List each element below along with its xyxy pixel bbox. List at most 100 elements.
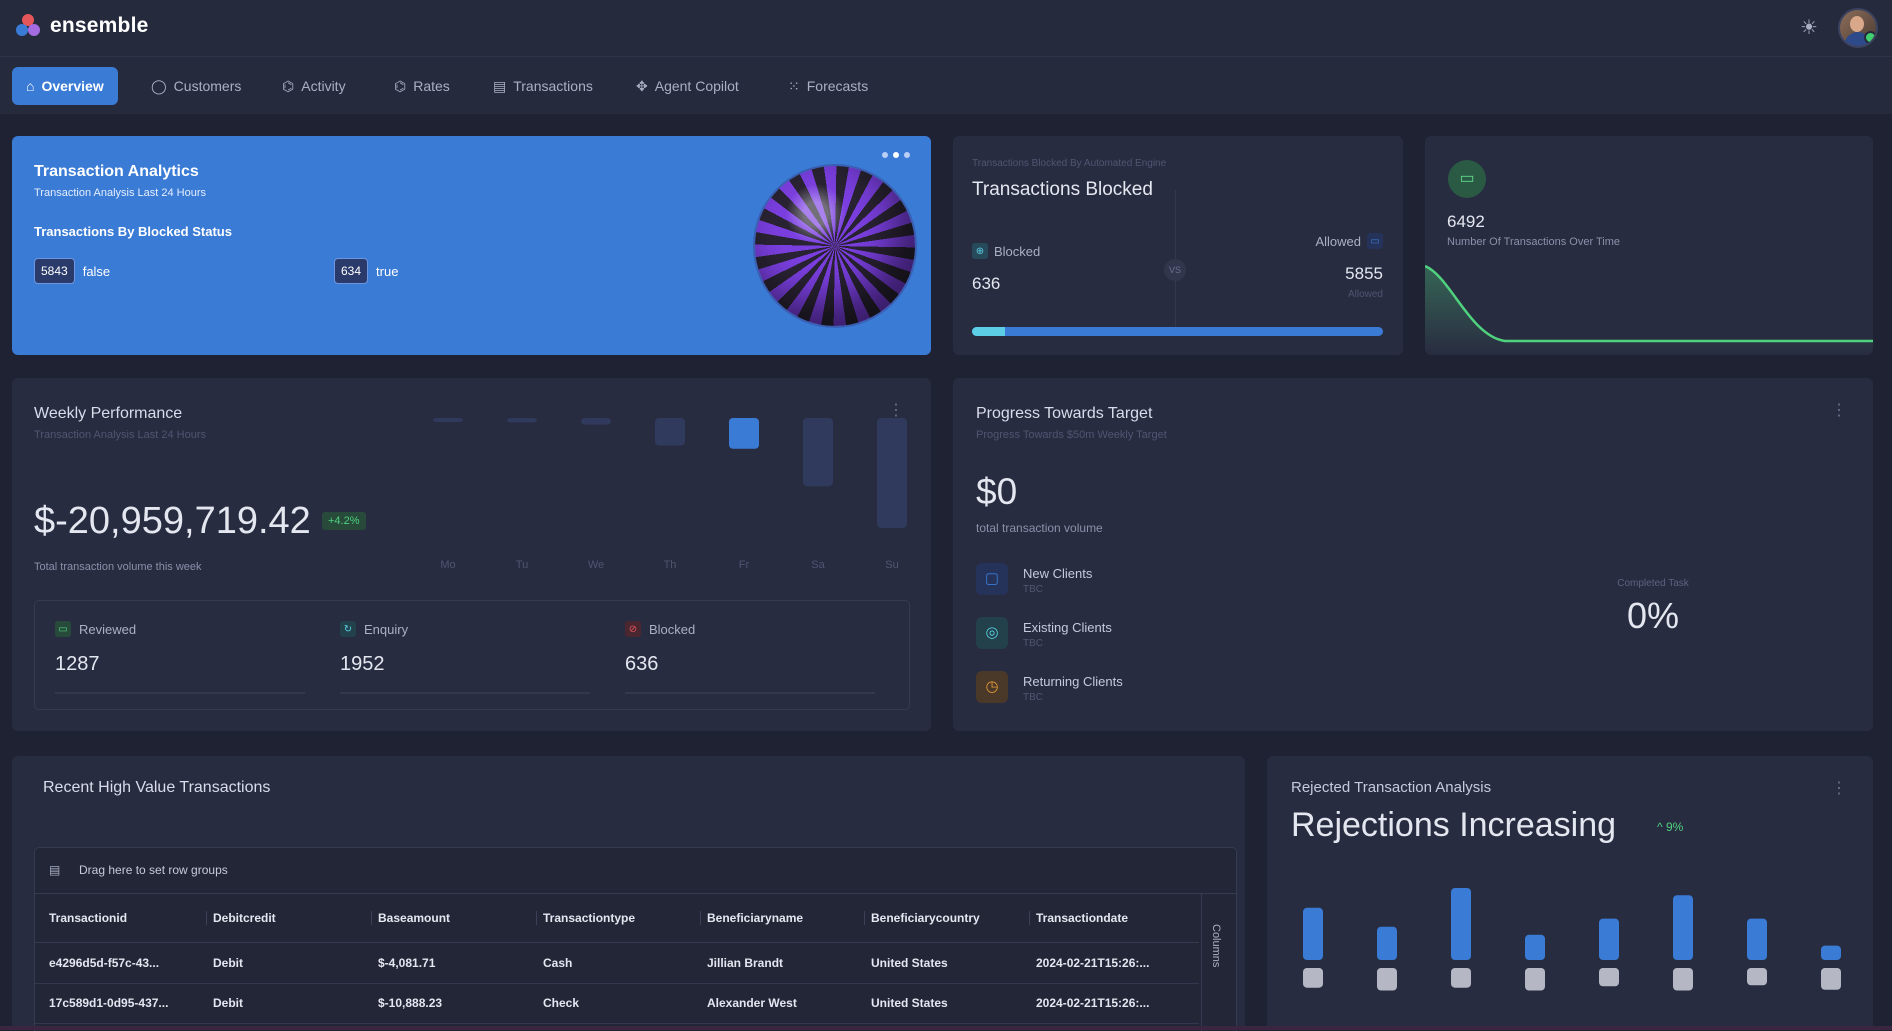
tab-overview[interactable]: ⌂ Overview [12, 67, 118, 105]
table-cell: 2024-02-21T15:26:... [1036, 956, 1150, 970]
column-header[interactable]: Debitcredit [213, 894, 372, 942]
table-row[interactable]: 17c589d1-0d95-437... Debit $-10,888.23 Chec… [35, 983, 1199, 1024]
table-cell: United States [871, 996, 948, 1010]
section-title: Transactions By Blocked Status [34, 224, 232, 239]
online-status-dot [1864, 31, 1876, 44]
column-header[interactable]: Transactionid [49, 894, 207, 942]
rejection-bar[interactable] [1451, 888, 1471, 960]
table-cell: Alexander West [707, 996, 797, 1010]
transactions-grid: ▤ Drag here to set row groups Transactio… [34, 847, 1237, 1031]
app-name: ensemble [50, 14, 149, 37]
row-group-drop-zone[interactable]: ▤ Drag here to set row groups [35, 848, 1236, 894]
card-title: Transaction Analytics [34, 163, 199, 180]
column-header[interactable]: Baseamount [378, 894, 537, 942]
theme-toggle-sun-icon[interactable]: ☀ [1797, 16, 1821, 40]
target-icon: ◎ [976, 617, 1008, 649]
rejection-baseline-bar[interactable] [1673, 968, 1693, 991]
blocked-icon: ⊕ [972, 243, 988, 259]
column-header[interactable]: Transactiontype [543, 894, 701, 942]
tab-rates[interactable]: ⌬ Rates [380, 67, 464, 105]
card-icon: ▭ [55, 621, 71, 637]
tab-forecasts[interactable]: ⁙ Forecasts [774, 67, 882, 105]
app-logo[interactable]: ensemble [14, 12, 148, 40]
weekly-bar-we[interactable] [581, 418, 611, 425]
rejection-baseline-bar[interactable] [1303, 968, 1323, 988]
blocked-bar-fill [972, 327, 1005, 336]
rejection-baseline-bar[interactable] [1377, 968, 1397, 991]
weekly-bar-tu[interactable] [507, 418, 537, 423]
rejection-bar[interactable] [1673, 895, 1693, 960]
weekly-caption: Total transaction volume this week [34, 561, 202, 573]
columns-side-panel[interactable]: Columns [1201, 894, 1236, 1031]
rejection-bar[interactable] [1525, 934, 1545, 960]
transactions-blocked-card: Transactions Blocked By Automated Engine… [953, 136, 1403, 355]
rejection-baseline-bar[interactable] [1747, 968, 1767, 986]
allowed-label: Allowed ▭ [1315, 233, 1383, 249]
rejection-baseline-bar[interactable] [1525, 968, 1545, 991]
table-row[interactable]: e4296d5d-f57c-43... Debit $-4,081.71 Cash Ji… [35, 943, 1199, 984]
clock-icon: ◷ [976, 671, 1008, 703]
column-header[interactable]: Beneficiarycountry [871, 894, 1030, 942]
table-cell: Check [543, 996, 580, 1010]
card-supertitle: Transactions Blocked By Automated Engine [972, 158, 1167, 169]
rejection-baseline-bar[interactable] [1451, 968, 1471, 988]
tab-customers[interactable]: ◯ Customers [137, 67, 255, 105]
rejection-baseline-bar[interactable] [1821, 968, 1841, 990]
rejection-bar[interactable] [1377, 926, 1397, 960]
blocked-value: 636 [972, 274, 1001, 293]
rejection-baseline-bar[interactable] [1599, 968, 1619, 987]
tab-agent-copilot[interactable]: ✥ Agent Copilot [622, 67, 753, 105]
document-icon: ▤ [493, 77, 507, 94]
rejected-transaction-analysis-card: Rejected Transaction Analysis ⋮ Rejectio… [1267, 756, 1873, 1030]
tab-activity[interactable]: ⌬ Activity [268, 67, 360, 105]
copilot-icon: ✥ [636, 77, 648, 94]
main-nav: ⌂ Overview ◯ Customers ⌬ Activity ⌬ Rates ▤ T… [0, 57, 1892, 114]
weekly-bar-mo[interactable] [433, 418, 463, 422]
transactions-sparkline [1425, 264, 1873, 355]
weekly-bar-fr[interactable] [729, 418, 759, 449]
stat-reviewed: ▭ Reviewed 1287 [35, 601, 320, 709]
bottom-strip [0, 1026, 1892, 1030]
table-cell: Jillian Brandt [707, 956, 784, 970]
rejection-bar[interactable] [1821, 945, 1841, 960]
home-icon: ⌂ [26, 78, 35, 94]
group-icon: ▤ [49, 863, 61, 877]
weekly-change-badge: +4.2% [322, 512, 366, 530]
progress-amount: $0 [976, 471, 1018, 512]
client-existing: ◎ Existing Clients TBC [976, 617, 1276, 657]
user-avatar[interactable] [1838, 8, 1878, 48]
rejection-bar[interactable] [1599, 918, 1619, 960]
client-returning: ◷ Returning Clients TBC [976, 671, 1276, 711]
top-bar: ensemble ☀ [0, 0, 1892, 57]
recent-high-value-transactions-card: Recent High Value Transactions ▤ Drag he… [12, 756, 1245, 1031]
rejection-bar[interactable] [1303, 907, 1323, 960]
weekly-bar-su[interactable] [877, 418, 907, 528]
weekly-bar-chart: Mo Tu We Th Fr Sa Su [433, 418, 907, 571]
tab-transactions[interactable]: ▤ Transactions [479, 67, 607, 105]
weekly-day-label: Tu [516, 559, 528, 571]
grid-header-row: Transactionid Debitcredit Baseamount Transa… [35, 894, 1199, 943]
sphere-illustration [755, 166, 915, 326]
table-cell: United States [871, 956, 948, 970]
card-subtitle: Transaction Analysis Last 24 Hours [34, 429, 207, 441]
progress-towards-target-card: Progress Towards Target Progress Towards… [953, 378, 1873, 731]
more-options-icon[interactable]: ⋮ [1831, 400, 1847, 420]
more-options-icon[interactable]: ⋮ [1831, 778, 1847, 798]
weekly-day-label: Sa [811, 559, 825, 571]
weekly-bar-th[interactable] [655, 418, 685, 446]
card-title: Transactions Blocked [972, 179, 1153, 200]
rejection-bar[interactable] [1747, 918, 1767, 960]
card-subtitle: Progress Towards $50m Weekly Target [976, 429, 1167, 441]
transactions-over-time-card: ▭ 6492 Number Of Transactions Over Time [1425, 136, 1873, 355]
weekly-bar-sa[interactable] [803, 418, 833, 487]
table-cell: $-10,888.23 [378, 996, 443, 1010]
table-cell: 2024-02-21T15:26:... [1036, 996, 1150, 1010]
column-header[interactable]: Transactiondate [1036, 894, 1196, 942]
completed-task: Completed Task 0% [1617, 578, 1689, 636]
carousel-dots[interactable] [882, 152, 910, 158]
logo-mark-icon [14, 12, 42, 40]
weekly-day-label: We [588, 559, 604, 571]
card-title: Recent High Value Transactions [43, 779, 271, 796]
column-header[interactable]: Beneficiaryname [707, 894, 865, 942]
weekly-performance-card: Weekly Performance Transaction Analysis … [12, 378, 931, 731]
